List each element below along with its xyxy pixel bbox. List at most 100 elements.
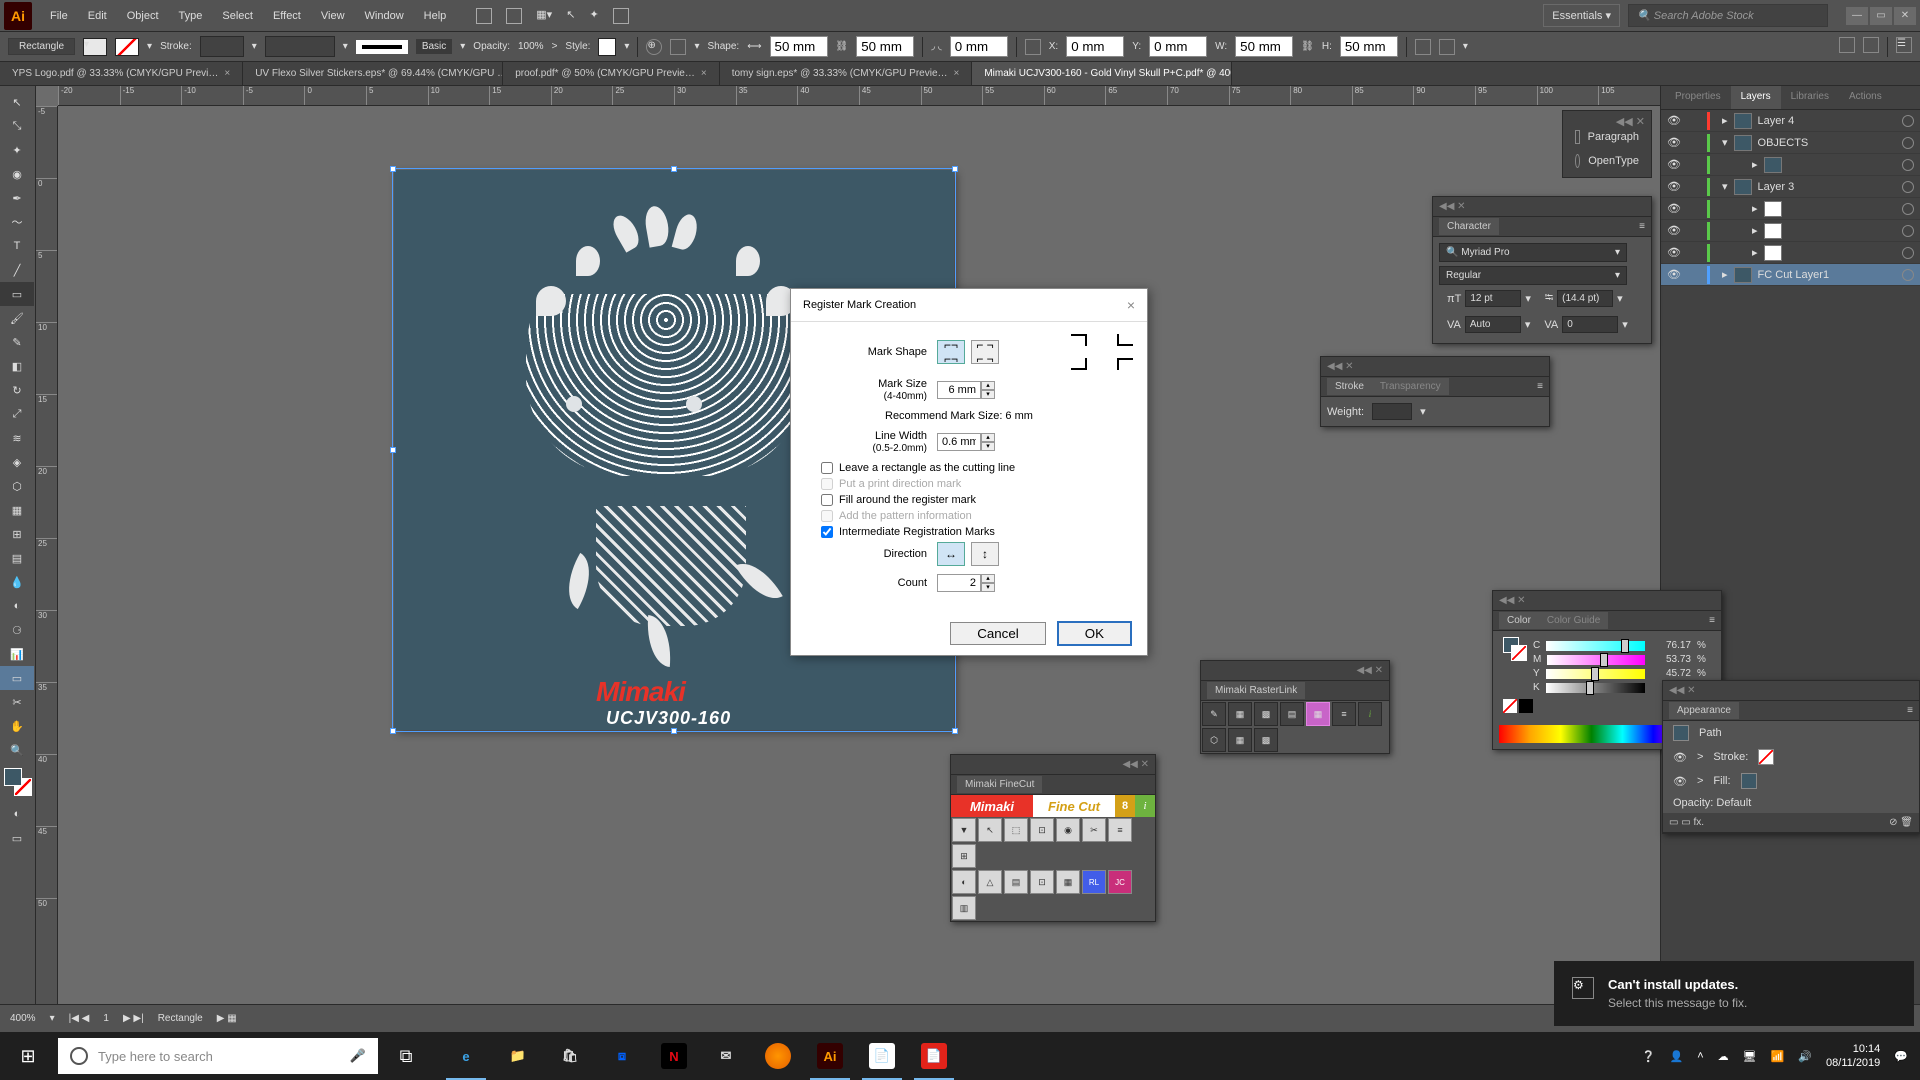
rasterlink-tab[interactable]: Mimaki RasterLink — [1207, 682, 1305, 699]
spin-up[interactable]: ▴ — [981, 433, 995, 442]
selection-tool[interactable]: ↖ — [0, 90, 34, 114]
taskbar-edge[interactable]: e — [440, 1032, 492, 1080]
rl-icon-7[interactable]: i — [1358, 702, 1382, 726]
menu-window[interactable]: Window — [355, 4, 414, 28]
scale-tool[interactable]: ⤢ — [0, 402, 34, 426]
magenta-value[interactable]: 53.73 — [1651, 654, 1691, 665]
taskbar-illustrator[interactable]: Ai — [804, 1032, 856, 1080]
appearance-tab[interactable]: Appearance — [1669, 702, 1739, 719]
rl-icon-9[interactable]: ▦ — [1228, 728, 1252, 752]
symbol-sprayer-tool[interactable]: ⚆ — [0, 618, 34, 642]
start-button[interactable]: ⊞ — [0, 1032, 56, 1080]
shape-h-input[interactable] — [856, 36, 914, 57]
tab-properties[interactable]: Properties — [1665, 86, 1731, 109]
rl-icon-4[interactable]: ▤ — [1280, 702, 1304, 726]
layer-row[interactable]: 👁 ▾ OBJECTS — [1661, 132, 1920, 154]
fc-icon-11[interactable]: ▤ — [1004, 870, 1028, 894]
minimize-button[interactable]: — — [1846, 7, 1868, 25]
mark-size-input[interactable] — [937, 381, 981, 399]
menu-help[interactable]: Help — [414, 4, 457, 28]
line-tool[interactable]: ╱ — [0, 258, 34, 282]
fc-icon-rl[interactable]: RL — [1082, 870, 1106, 894]
taskbar-firefox[interactable] — [752, 1032, 804, 1080]
character-tab[interactable]: Character — [1439, 218, 1499, 235]
paragraph-panel-button[interactable]: Paragraph — [1563, 125, 1651, 149]
panel-menu-icon[interactable]: ≡ — [1709, 615, 1715, 626]
fc-icon-2[interactable]: ↖ — [978, 818, 1002, 842]
font-size-input[interactable] — [1465, 290, 1521, 307]
eraser-tool[interactable]: ◧ — [0, 354, 34, 378]
fc-icon-1[interactable]: ▼ — [952, 818, 976, 842]
opentype-panel-button[interactable]: OpenType — [1563, 149, 1651, 173]
menu-effect[interactable]: Effect — [263, 4, 311, 28]
close-button[interactable]: ✕ — [1894, 7, 1916, 25]
tray-wifi-icon[interactable]: 📶 — [1771, 1050, 1785, 1063]
line-width-input[interactable] — [937, 433, 981, 451]
zoom-tool[interactable]: 🔍 — [0, 738, 34, 762]
window-icon[interactable] — [613, 8, 629, 24]
layer-row[interactable]: 👁 ▸ — [1661, 198, 1920, 220]
chk-intermediate[interactable] — [821, 526, 833, 538]
appearance-opacity[interactable]: Opacity: Default — [1673, 797, 1751, 809]
perspective-tool[interactable]: ▦ — [0, 498, 34, 522]
workspace-switcher[interactable]: Essentials ▾ — [1543, 4, 1620, 27]
layer-row[interactable]: 👁 ▸ FC Cut Layer1 — [1661, 264, 1920, 286]
shape-builder-tool[interactable]: ⬡ — [0, 474, 34, 498]
blend-tool[interactable]: ◐ — [0, 594, 34, 618]
artboard-number[interactable]: 1 — [103, 1013, 109, 1024]
tray-monitor-icon[interactable]: 🖥 — [1743, 1050, 1757, 1063]
tray-cloud-icon[interactable]: ☁ — [1718, 1050, 1729, 1063]
menu-select[interactable]: Select — [212, 4, 263, 28]
font-style-dropdown[interactable]: Regular▾ — [1439, 266, 1627, 285]
fc-icon-7[interactable]: ≡ — [1108, 818, 1132, 842]
width-tool[interactable]: ≋ — [0, 426, 34, 450]
stroke-swatch[interactable] — [115, 38, 139, 56]
shaper-tool[interactable]: ✎ — [0, 330, 34, 354]
dialog-close-button[interactable]: × — [1127, 297, 1135, 313]
fill-swatch[interactable]: ▾ — [83, 38, 107, 56]
stroke-profile-input[interactable] — [265, 36, 335, 57]
fc-icon-5[interactable]: ◉ — [1056, 818, 1080, 842]
fc-icon-3[interactable]: ⬚ — [1004, 818, 1028, 842]
layer-row[interactable]: 👁 ▸ — [1661, 242, 1920, 264]
tray-volume-icon[interactable]: 🔊 — [1798, 1050, 1812, 1063]
rl-icon-1[interactable]: ✎ — [1202, 702, 1226, 726]
fc-icon-6[interactable]: ✂ — [1082, 818, 1106, 842]
tray-people-icon[interactable]: 👤 — [1670, 1050, 1684, 1063]
brush-def[interactable] — [356, 40, 408, 54]
taskbar-acrobat[interactable]: 📄 — [856, 1032, 908, 1080]
wand-icon[interactable]: ✦ — [590, 8, 599, 24]
close-icon[interactable]: × — [954, 68, 960, 79]
h-input[interactable] — [1340, 36, 1398, 57]
direction-vertical[interactable]: ↕ — [971, 542, 999, 566]
brush-tool[interactable]: 🖌 — [0, 306, 34, 330]
fc-icon-13[interactable]: ▦ — [1056, 870, 1080, 894]
fc-icon-9[interactable]: ◐ — [952, 870, 976, 894]
spin-down[interactable]: ▾ — [981, 583, 995, 592]
fc-icon-4[interactable]: ⊡ — [1030, 818, 1054, 842]
doc-setup-icon[interactable] — [476, 8, 492, 24]
arrange-icon[interactable]: ▦▾ — [536, 8, 552, 24]
spin-up[interactable]: ▴ — [981, 381, 995, 390]
cancel-button[interactable]: Cancel — [950, 622, 1046, 645]
update-toast[interactable]: ⚙ Can't install updates. Select this mes… — [1554, 961, 1914, 1026]
layer-row[interactable]: 👁 ▸ Layer 4 — [1661, 110, 1920, 132]
doc-tab-3[interactable]: tomy sign.eps* @ 33.33% (CMYK/GPU Previe… — [720, 62, 973, 85]
taskbar-explorer[interactable]: 📁 — [492, 1032, 544, 1080]
magic-wand-tool[interactable]: ✦ — [0, 138, 34, 162]
fc-icon-8[interactable]: ⊞ — [952, 844, 976, 868]
x-input[interactable] — [1066, 36, 1124, 57]
rectangle-tool[interactable]: ▭ — [0, 282, 34, 306]
rl-icon-3[interactable]: ▩ — [1254, 702, 1278, 726]
taskbar-netflix[interactable]: N — [648, 1032, 700, 1080]
rl-icon-10[interactable]: ▩ — [1254, 728, 1278, 752]
task-view-button[interactable]: ⧉ — [378, 1032, 434, 1080]
layer-row[interactable]: 👁 ▾ Layer 3 — [1661, 176, 1920, 198]
menu-edit[interactable]: Edit — [78, 4, 117, 28]
mic-icon[interactable]: 🎤 — [350, 1048, 366, 1064]
stroke-weight-input[interactable] — [200, 36, 244, 57]
close-icon[interactable]: × — [224, 68, 230, 79]
rl-icon-5-selected[interactable]: ▦ — [1306, 702, 1330, 726]
menu-object[interactable]: Object — [117, 4, 169, 28]
mark-shape-option-2[interactable]: ⌐ ¬⌐ ¬ — [971, 340, 999, 364]
